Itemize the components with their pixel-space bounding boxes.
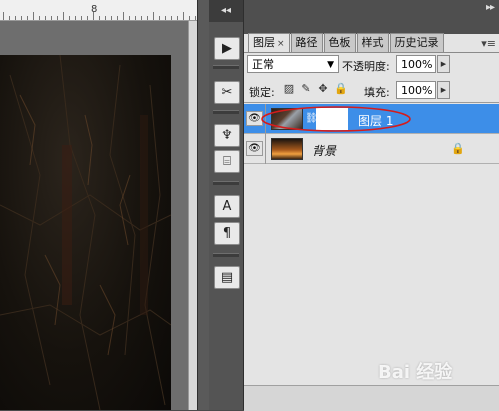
watermark: Bai 经验 (378, 362, 453, 383)
ruler-tick (153, 12, 154, 20)
ruler-tick (105, 16, 106, 20)
dock-collapse-icon[interactable]: ◂◂ (209, 0, 243, 22)
panel-footer (244, 385, 499, 411)
highlight-ellipse (261, 106, 411, 132)
character-icon[interactable]: A (214, 195, 240, 218)
dock-separator (213, 253, 239, 257)
layer-name[interactable]: 背景 (312, 142, 336, 159)
tab-divider (244, 52, 499, 53)
ruler-tick (177, 16, 178, 20)
blend-mode-select[interactable]: 正常 ▼ (247, 55, 339, 73)
tab-swatches[interactable]: 色板 (323, 33, 356, 52)
tab-paths[interactable]: 路径 (290, 33, 323, 52)
lock-label: 锁定: (249, 86, 275, 99)
ruler-tick (15, 16, 16, 20)
opacity-input[interactable]: 100% (396, 55, 436, 73)
paragraph-icon[interactable]: ¶ (214, 222, 240, 245)
eye-column-divider (265, 134, 266, 164)
ruler-tick (171, 16, 172, 20)
tools-icon[interactable]: ✂ (214, 81, 240, 104)
ruler-tick (39, 16, 40, 20)
ruler-tick (135, 16, 136, 20)
dock-separator (213, 181, 239, 185)
panel-menu-icon[interactable]: ▾≡ (481, 37, 496, 50)
ruler-tick (45, 16, 46, 20)
ruler-tick (27, 16, 28, 20)
dock-separator (213, 110, 239, 114)
ruler-tick (165, 16, 166, 20)
ruler-tick (51, 16, 52, 20)
lock-transparency-icon[interactable]: ▨ (283, 83, 295, 95)
ruler-tick (123, 12, 124, 20)
close-tab-icon[interactable]: × (277, 39, 285, 49)
ruler-tick (189, 16, 190, 20)
ruler-tick (69, 16, 70, 20)
ruler-tick (147, 16, 148, 20)
ruler-tick (87, 16, 88, 20)
ruler-tick (129, 16, 130, 20)
ruler-mark: 8 (91, 4, 98, 15)
layers-panel: ▸▸ 图层 × 路径 色板 样式 历史记录 ▾≡ 正常 ▼ 不透明度: 100% … (243, 0, 499, 411)
options-divider (244, 102, 499, 103)
lock-pixels-icon[interactable]: ✎ (300, 83, 312, 95)
play-icon[interactable]: ▶ (214, 37, 240, 60)
ruler-tick (159, 16, 160, 20)
notes-icon[interactable]: ▤ (214, 266, 240, 289)
forest-image (0, 55, 171, 410)
ruler-tick (111, 16, 112, 20)
ruler-tick (75, 16, 76, 20)
ruler-tick (141, 16, 142, 20)
layer-row-background[interactable]: 👁 背景 🔒 (244, 134, 499, 164)
ruler-tick (93, 12, 94, 20)
clone-source-icon[interactable]: ⌸ (214, 150, 240, 173)
fill-input[interactable]: 100% (396, 81, 436, 99)
ruler-tick (3, 12, 4, 20)
fill-label: 填充: (364, 86, 390, 99)
ruler-tick (195, 16, 196, 20)
layer-row-layer1[interactable]: 👁 ⛓ 图层 1 (244, 104, 499, 134)
chevron-down-icon: ▼ (327, 60, 334, 70)
opacity-label: 不透明度: (342, 60, 390, 73)
visibility-eye-icon[interactable]: 👁 (246, 141, 263, 156)
tab-styles[interactable]: 样式 (356, 33, 389, 52)
lock-icon: 🔒 (451, 142, 465, 155)
ruler-tick (33, 12, 34, 20)
tab-history[interactable]: 历史记录 (389, 33, 444, 52)
lock-position-icon[interactable]: ✥ (317, 83, 329, 95)
ruler-tick (21, 16, 22, 20)
horizontal-ruler: 8 (0, 0, 197, 21)
lock-all-icon[interactable]: 🔒 (334, 83, 348, 95)
ruler-tick (63, 12, 64, 20)
dock-separator (213, 65, 239, 69)
tab-layers[interactable]: 图层 × (248, 33, 290, 52)
panel-header: ▸▸ (244, 0, 499, 34)
ruler-tick (117, 16, 118, 20)
ruler-tick (9, 16, 10, 20)
ruler-tick (81, 16, 82, 20)
panel-tabs: 图层 × 路径 色板 样式 历史记录 (248, 33, 445, 52)
brush-settings-icon[interactable]: ♆ (214, 124, 240, 147)
collapse-panel-icon[interactable]: ▸▸ (486, 2, 495, 13)
fill-slider-arrow[interactable]: ▶ (437, 81, 450, 99)
layer-thumbnail[interactable] (271, 138, 303, 160)
image-canvas[interactable] (0, 55, 171, 410)
ruler-tick (183, 12, 184, 20)
panel-dock: ◂◂ ▶ ✂ ♆ ⌸ A ¶ ▤ (209, 0, 243, 410)
ruler-tick (99, 16, 100, 20)
opacity-slider-arrow[interactable]: ▶ (437, 55, 450, 73)
ruler-tick (57, 16, 58, 20)
